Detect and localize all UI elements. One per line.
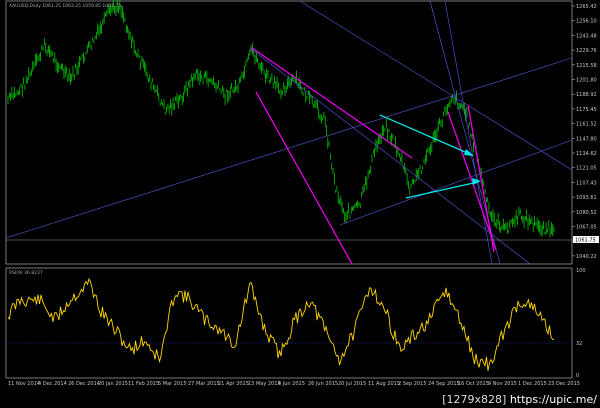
date-tick-label: 4 Jun 2015 <box>278 381 305 387</box>
watermark-size: [1279x828] <box>442 393 507 406</box>
price-tick-label: 1161.52 <box>576 122 597 128</box>
price-tick-label: 1229.76 <box>576 48 597 54</box>
main-chart-header: XAUUSD,Daily 1061.25 1063.25 1059.85 106… <box>9 3 121 9</box>
price-tick-label: 1107.43 <box>576 180 597 186</box>
date-tick-label: 13 May 2015 <box>248 381 281 387</box>
watermark-url[interactable]: https://upic.me/ <box>510 393 597 406</box>
price-tick-label: 1201.80 <box>576 78 597 84</box>
date-tick-label: 20 Jan 2015 <box>98 381 128 387</box>
date-tick-label: 24 Sep 2015 <box>428 381 460 387</box>
date-tick-label: 20 Jul 2015 <box>338 381 366 387</box>
price-tick-label: 1175.45 <box>576 107 597 113</box>
date-tick-label: 5 Mar 2015 <box>158 381 187 387</box>
rsi-header: RSI(9) 36.8237 <box>9 270 43 276</box>
date-tick-label: 11 Aug 2015 <box>368 381 400 387</box>
watermark: [1279x828] https://upic.me/ <box>442 393 597 406</box>
price-axis: 1265.42 1256.10 1243.48 1229.76 1215.58 1201.… <box>572 4 597 260</box>
price-tick-label: 1256.10 <box>576 19 597 25</box>
date-tick-label: 1 Dec 2015 <box>518 381 547 387</box>
date-tick-label: 11 Feb 2015 <box>128 381 159 387</box>
price-tick-label: 1040.22 <box>576 254 597 260</box>
date-tick-label: 26 Dec 2014 <box>68 381 100 387</box>
price-tick-label: 1215.58 <box>576 63 597 69</box>
chart-window: 1265.42 1256.10 1243.48 1229.76 1215.58 1201.… <box>5 0 599 387</box>
price-tick-label: 1093.61 <box>576 195 597 201</box>
price-tick-label: 1188.92 <box>576 92 597 98</box>
price-tick-label: 1147.80 <box>576 136 597 142</box>
date-tick-label: 21 Apr 2015 <box>218 381 249 387</box>
date-tick-label: 23 Dec 2015 <box>548 381 580 387</box>
rsi-level-0: 0 <box>576 373 579 379</box>
price-tick-label: 1067.05 <box>576 225 597 231</box>
price-tick-label: 1243.48 <box>576 33 597 39</box>
date-tick-label: 27 Mar 2015 <box>188 381 220 387</box>
rsi-level-100: 100 <box>576 268 586 274</box>
rsi-level-32: 32 <box>576 341 582 347</box>
date-tick-label: 16 Oct 2015 <box>458 381 489 387</box>
price-tick-label: 1121.05 <box>576 166 597 172</box>
price-tick-label: 1080.52 <box>576 210 597 216</box>
price-tick-label: 1265.42 <box>576 4 597 10</box>
price-tick-label: 1134.62 <box>576 151 597 157</box>
date-tick-label: 26 Jun 2015 <box>308 381 338 387</box>
date-tick-label: 9 Nov 2015 <box>488 381 517 387</box>
date-tick-label: 11 Nov 2014 <box>8 381 40 387</box>
date-tick-label: 2 Sep 2015 <box>398 381 427 387</box>
current-price-label: 1061.75 <box>575 238 596 244</box>
date-axis: 11 Nov 20144 Dec 2014 26 Dec 201420 Jan 2… <box>8 381 580 387</box>
date-tick-label: 4 Dec 2014 <box>38 381 67 387</box>
